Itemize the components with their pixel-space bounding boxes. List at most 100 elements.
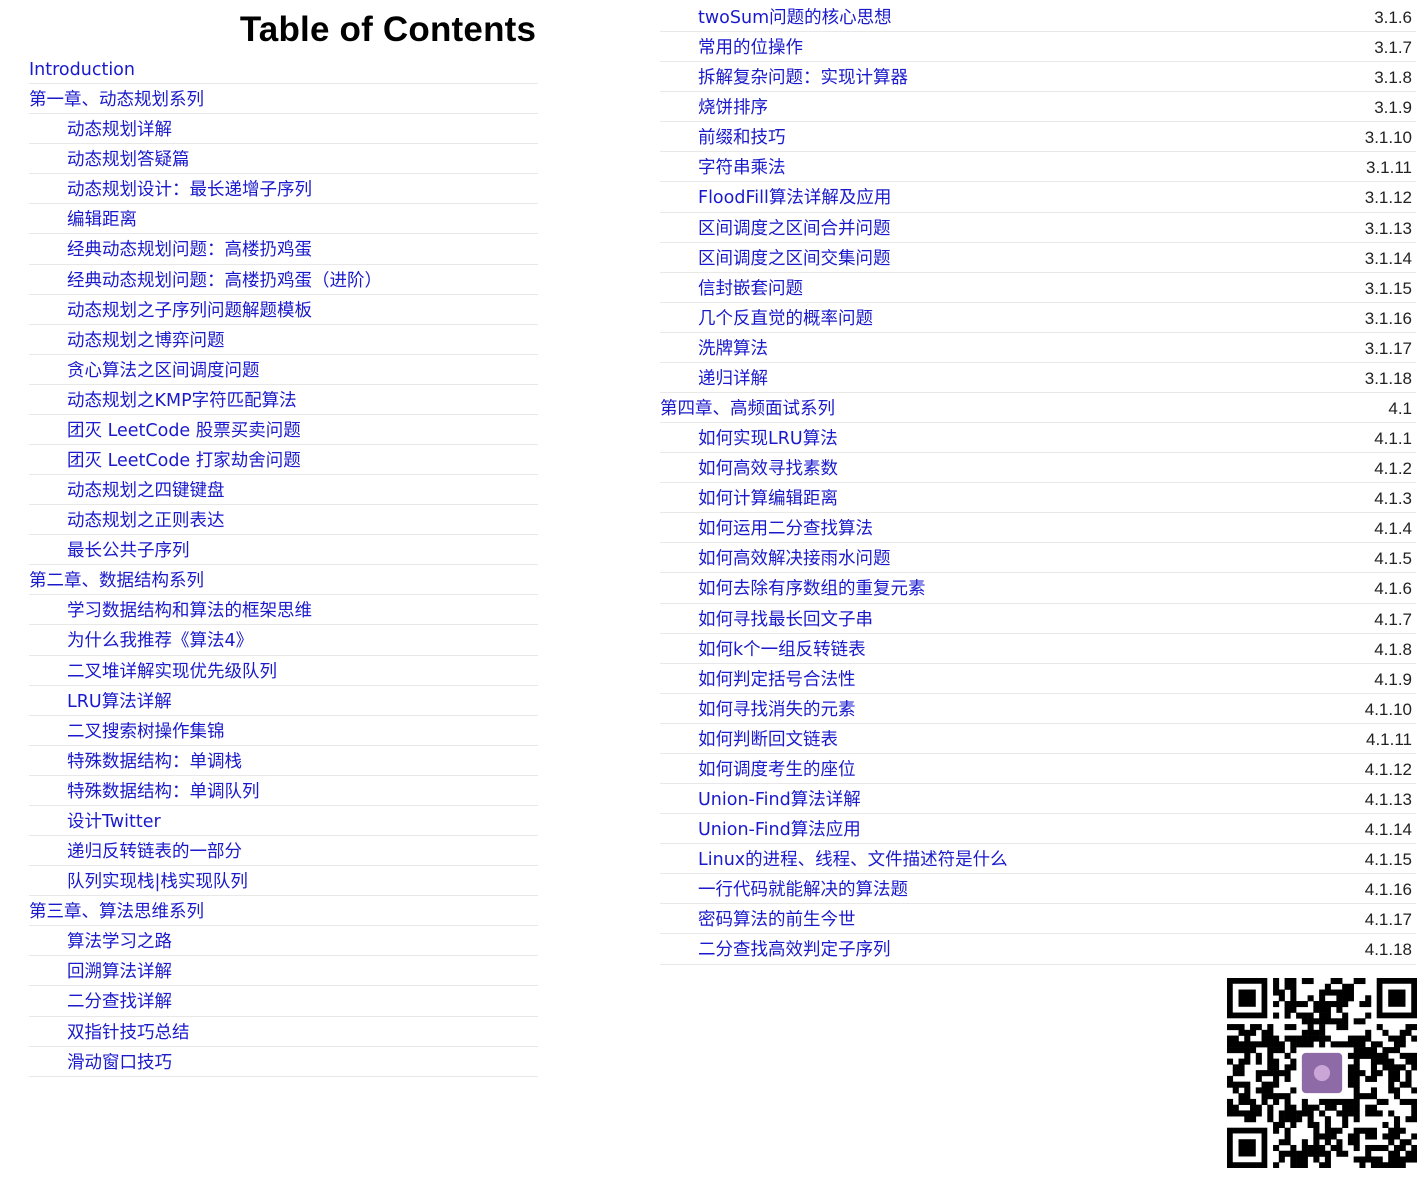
toc-entry[interactable]: 回溯算法详解 xyxy=(29,956,538,987)
toc-entry-link[interactable]: 烧饼排序 xyxy=(698,96,768,120)
toc-entry[interactable]: 拆解复杂问题：实现计算器 3.1.8 xyxy=(660,62,1416,93)
toc-entry-link[interactable]: 递归反转链表的一部分 xyxy=(67,840,242,864)
toc-entry-link[interactable]: 算法学习之路 xyxy=(67,930,172,954)
toc-entry-link[interactable]: 如何高效寻找素数 xyxy=(698,457,838,481)
toc-entry-link[interactable]: 特殊数据结构：单调队列 xyxy=(67,780,260,804)
toc-entry-link[interactable]: 如何k个一组反转链表 xyxy=(698,638,866,662)
toc-entry-link[interactable]: 如何运用二分查找算法 xyxy=(698,517,873,541)
toc-entry-link[interactable]: 洗牌算法 xyxy=(698,337,768,361)
toc-entry[interactable]: 如何判定括号合法性 4.1.9 xyxy=(660,664,1416,694)
toc-entry-link[interactable]: 一行代码就能解决的算法题 xyxy=(698,878,908,902)
toc-entry-link[interactable]: 滑动窗口技巧 xyxy=(67,1051,172,1075)
toc-entry-link[interactable]: 经典动态规划问题：高楼扔鸡蛋（进阶） xyxy=(67,269,382,293)
toc-entry-link[interactable]: 如何寻找最长回文子串 xyxy=(698,608,873,632)
toc-entry[interactable]: 如何寻找消失的元素 4.1.10 xyxy=(660,694,1416,724)
toc-entry-link[interactable]: 如何判断回文链表 xyxy=(698,728,838,752)
toc-entry-link[interactable]: 最长公共子序列 xyxy=(67,539,190,563)
toc-entry-link[interactable]: 常用的位操作 xyxy=(698,36,803,60)
toc-entry-link[interactable]: 回溯算法详解 xyxy=(67,960,172,984)
toc-entry-link[interactable]: 动态规划设计：最长递增子序列 xyxy=(67,178,312,202)
toc-entry[interactable]: 如何寻找最长回文子串 4.1.7 xyxy=(660,604,1416,634)
toc-entry-link[interactable]: 第二章、数据结构系列 xyxy=(29,569,204,593)
toc-entry[interactable]: 特殊数据结构：单调队列 xyxy=(29,776,538,806)
toc-entry[interactable]: 区间调度之区间合并问题 3.1.13 xyxy=(660,213,1416,243)
toc-entry-link[interactable]: 双指针技巧总结 xyxy=(67,1021,190,1045)
toc-entry-link[interactable]: 团灭 LeetCode 股票买卖问题 xyxy=(67,419,301,443)
toc-entry[interactable]: 第一章、动态规划系列 xyxy=(29,84,538,115)
toc-entry[interactable]: 如何判断回文链表 4.1.11 xyxy=(660,724,1416,754)
toc-entry-link[interactable]: 区间调度之区间合并问题 xyxy=(698,217,891,241)
toc-entry[interactable]: 信封嵌套问题 3.1.15 xyxy=(660,273,1416,303)
toc-entry-link[interactable]: Union-Find算法应用 xyxy=(698,818,861,842)
toc-entry[interactable]: 双指针技巧总结 xyxy=(29,1017,538,1047)
toc-entry[interactable]: Union-Find算法应用 4.1.14 xyxy=(660,814,1416,845)
toc-entry[interactable]: 二叉搜索树操作集锦 xyxy=(29,716,538,746)
toc-entry[interactable]: 如何去除有序数组的重复元素 4.1.6 xyxy=(660,573,1416,604)
toc-entry-link[interactable]: 动态规划详解 xyxy=(67,118,172,142)
toc-entry[interactable]: 如何实现LRU算法 4.1.1 xyxy=(660,423,1416,454)
toc-entry[interactable]: 学习数据结构和算法的框架思维 xyxy=(29,595,538,626)
toc-entry[interactable]: 如何高效寻找素数 4.1.2 xyxy=(660,453,1416,484)
toc-entry-link[interactable]: 团灭 LeetCode 打家劫舍问题 xyxy=(67,449,301,473)
toc-entry-link[interactable]: 信封嵌套问题 xyxy=(698,277,803,301)
toc-entry[interactable]: twoSum问题的核心思想 3.1.6 xyxy=(660,2,1416,33)
toc-entry[interactable]: 如何高效解决接雨水问题 4.1.5 xyxy=(660,543,1416,574)
toc-entry[interactable]: 前缀和技巧 3.1.10 xyxy=(660,122,1416,153)
toc-entry[interactable]: 团灭 LeetCode 打家劫舍问题 xyxy=(29,445,538,476)
toc-entry[interactable]: Introduction xyxy=(29,54,538,85)
toc-entry-link[interactable]: 如何判定括号合法性 xyxy=(698,668,856,692)
toc-entry-link[interactable]: 动态规划之博弈问题 xyxy=(67,329,225,353)
toc-entry[interactable]: 队列实现栈|栈实现队列 xyxy=(29,866,538,897)
toc-entry[interactable]: 第二章、数据结构系列 xyxy=(29,565,538,596)
toc-entry[interactable]: 编辑距离 xyxy=(29,204,538,235)
toc-entry-link[interactable]: 如何高效解决接雨水问题 xyxy=(698,547,891,571)
toc-entry[interactable]: 动态规划之子序列问题解题模板 xyxy=(29,295,538,325)
toc-entry[interactable]: 经典动态规划问题：高楼扔鸡蛋（进阶） xyxy=(29,265,538,295)
toc-entry[interactable]: 动态规划之正则表达 xyxy=(29,505,538,536)
toc-entry[interactable]: 密码算法的前生今世 4.1.17 xyxy=(660,904,1416,935)
toc-entry[interactable]: 递归反转链表的一部分 xyxy=(29,836,538,867)
toc-entry[interactable]: 动态规划之四键键盘 xyxy=(29,475,538,506)
toc-entry[interactable]: 贪心算法之区间调度问题 xyxy=(29,355,538,385)
toc-entry-link[interactable]: 动态规划之KMP字符匹配算法 xyxy=(67,389,297,413)
toc-entry-link[interactable]: 字符串乘法 xyxy=(698,156,786,180)
toc-entry-link[interactable]: 学习数据结构和算法的框架思维 xyxy=(67,599,312,623)
toc-entry[interactable]: 如何运用二分查找算法 4.1.4 xyxy=(660,513,1416,544)
toc-entry-link[interactable]: 区间调度之区间交集问题 xyxy=(698,247,891,271)
toc-entry[interactable]: 洗牌算法 3.1.17 xyxy=(660,333,1416,363)
toc-entry[interactable]: 动态规划设计：最长递增子序列 xyxy=(29,174,538,205)
toc-entry-link[interactable]: 几个反直觉的概率问题 xyxy=(698,307,873,331)
toc-entry[interactable]: 常用的位操作 3.1.7 xyxy=(660,32,1416,63)
toc-entry-link[interactable]: 如何计算编辑距离 xyxy=(698,487,838,511)
toc-entry-link[interactable]: 动态规划之子序列问题解题模板 xyxy=(67,299,312,323)
toc-entry[interactable]: 动态规划答疑篇 xyxy=(29,144,538,175)
toc-entry-link[interactable]: 如何寻找消失的元素 xyxy=(698,698,856,722)
toc-entry[interactable]: 设计Twitter xyxy=(29,806,538,837)
toc-entry-link[interactable]: 第一章、动态规划系列 xyxy=(29,88,204,112)
toc-entry[interactable]: LRU算法详解 xyxy=(29,686,538,716)
toc-entry-link[interactable]: 拆解复杂问题：实现计算器 xyxy=(698,66,908,90)
toc-entry[interactable]: 动态规划之博弈问题 xyxy=(29,325,538,355)
toc-entry[interactable]: 如何计算编辑距离 4.1.3 xyxy=(660,483,1416,514)
toc-entry-link[interactable]: FloodFill算法详解及应用 xyxy=(698,186,891,210)
toc-entry-link[interactable]: 前缀和技巧 xyxy=(698,126,786,150)
toc-entry[interactable]: 团灭 LeetCode 股票买卖问题 xyxy=(29,415,538,446)
toc-entry-link[interactable]: twoSum问题的核心思想 xyxy=(698,6,892,30)
toc-entry-link[interactable]: 二分查找高效判定子序列 xyxy=(698,938,891,962)
toc-entry-link[interactable]: 二叉堆详解实现优先级队列 xyxy=(67,660,277,684)
toc-entry-link[interactable]: 如何调度考生的座位 xyxy=(698,758,856,782)
toc-entry-link[interactable]: 动态规划之正则表达 xyxy=(67,509,225,533)
toc-entry[interactable]: 一行代码就能解决的算法题 4.1.16 xyxy=(660,874,1416,905)
toc-entry[interactable]: 区间调度之区间交集问题 3.1.14 xyxy=(660,243,1416,273)
toc-entry[interactable]: 二分查找高效判定子序列 4.1.18 xyxy=(660,934,1416,965)
toc-entry-link[interactable]: 动态规划之四键键盘 xyxy=(67,479,225,503)
toc-entry[interactable]: Union-Find算法详解 4.1.13 xyxy=(660,784,1416,815)
toc-entry-link[interactable]: 编辑距离 xyxy=(67,208,137,232)
toc-entry[interactable]: 如何k个一组反转链表 4.1.8 xyxy=(660,634,1416,664)
toc-entry[interactable]: 第四章、高频面试系列 4.1 xyxy=(660,393,1416,424)
toc-entry[interactable]: 字符串乘法 3.1.11 xyxy=(660,152,1416,183)
toc-entry-link[interactable]: 第三章、算法思维系列 xyxy=(29,900,204,924)
toc-entry-link[interactable]: 二叉搜索树操作集锦 xyxy=(67,720,225,744)
toc-entry-link[interactable]: 设计Twitter xyxy=(67,810,161,834)
toc-entry-link[interactable]: 如何实现LRU算法 xyxy=(698,427,838,451)
